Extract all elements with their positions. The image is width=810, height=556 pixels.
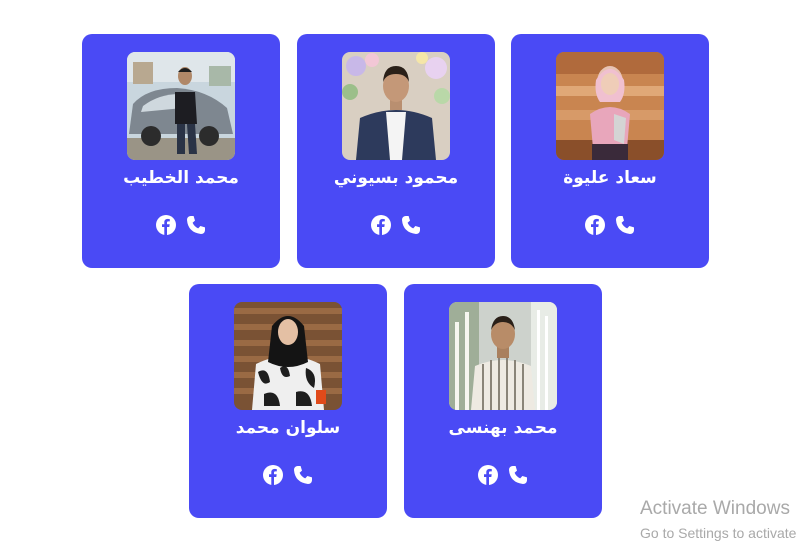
facebook-icon[interactable] — [371, 215, 391, 235]
phone-icon[interactable] — [293, 465, 313, 485]
contact-icons — [297, 215, 495, 237]
member-photo — [449, 302, 557, 410]
contact-icons — [511, 215, 709, 237]
phone-icon[interactable] — [508, 465, 528, 485]
facebook-icon[interactable] — [478, 465, 498, 485]
team-card-4: محمد بهنسى — [404, 284, 602, 518]
team-card-3: محمد الخطيب — [82, 34, 280, 268]
team-card-2: محمود بسيوني — [297, 34, 495, 268]
member-photo — [342, 52, 450, 160]
windows-activation-watermark: Activate Windows Go to Settings to activ… — [640, 497, 796, 543]
phone-icon[interactable] — [401, 215, 421, 235]
contact-icons — [404, 465, 602, 487]
contact-icons — [82, 215, 280, 237]
member-name: سعاد عليوة — [563, 168, 657, 188]
member-photo — [556, 52, 664, 160]
watermark-title: Activate Windows — [640, 498, 790, 519]
phone-icon[interactable] — [615, 215, 635, 235]
facebook-icon[interactable] — [585, 215, 605, 235]
member-name: محمود بسيوني — [333, 168, 459, 188]
facebook-icon[interactable] — [156, 215, 176, 235]
member-name: محمد بهنسى — [448, 418, 558, 438]
contact-icons — [189, 465, 387, 487]
watermark-subtitle: Go to Settings to activate — [640, 525, 797, 541]
member-name: سلوان محمد — [235, 418, 341, 438]
team-card-1: سعاد عليوة — [511, 34, 709, 268]
team-card-5: سلوان محمد — [189, 284, 387, 518]
member-name: محمد الخطيب — [123, 168, 239, 188]
facebook-icon[interactable] — [263, 465, 283, 485]
member-photo — [127, 52, 235, 160]
phone-icon[interactable] — [186, 215, 206, 235]
member-photo — [234, 302, 342, 410]
